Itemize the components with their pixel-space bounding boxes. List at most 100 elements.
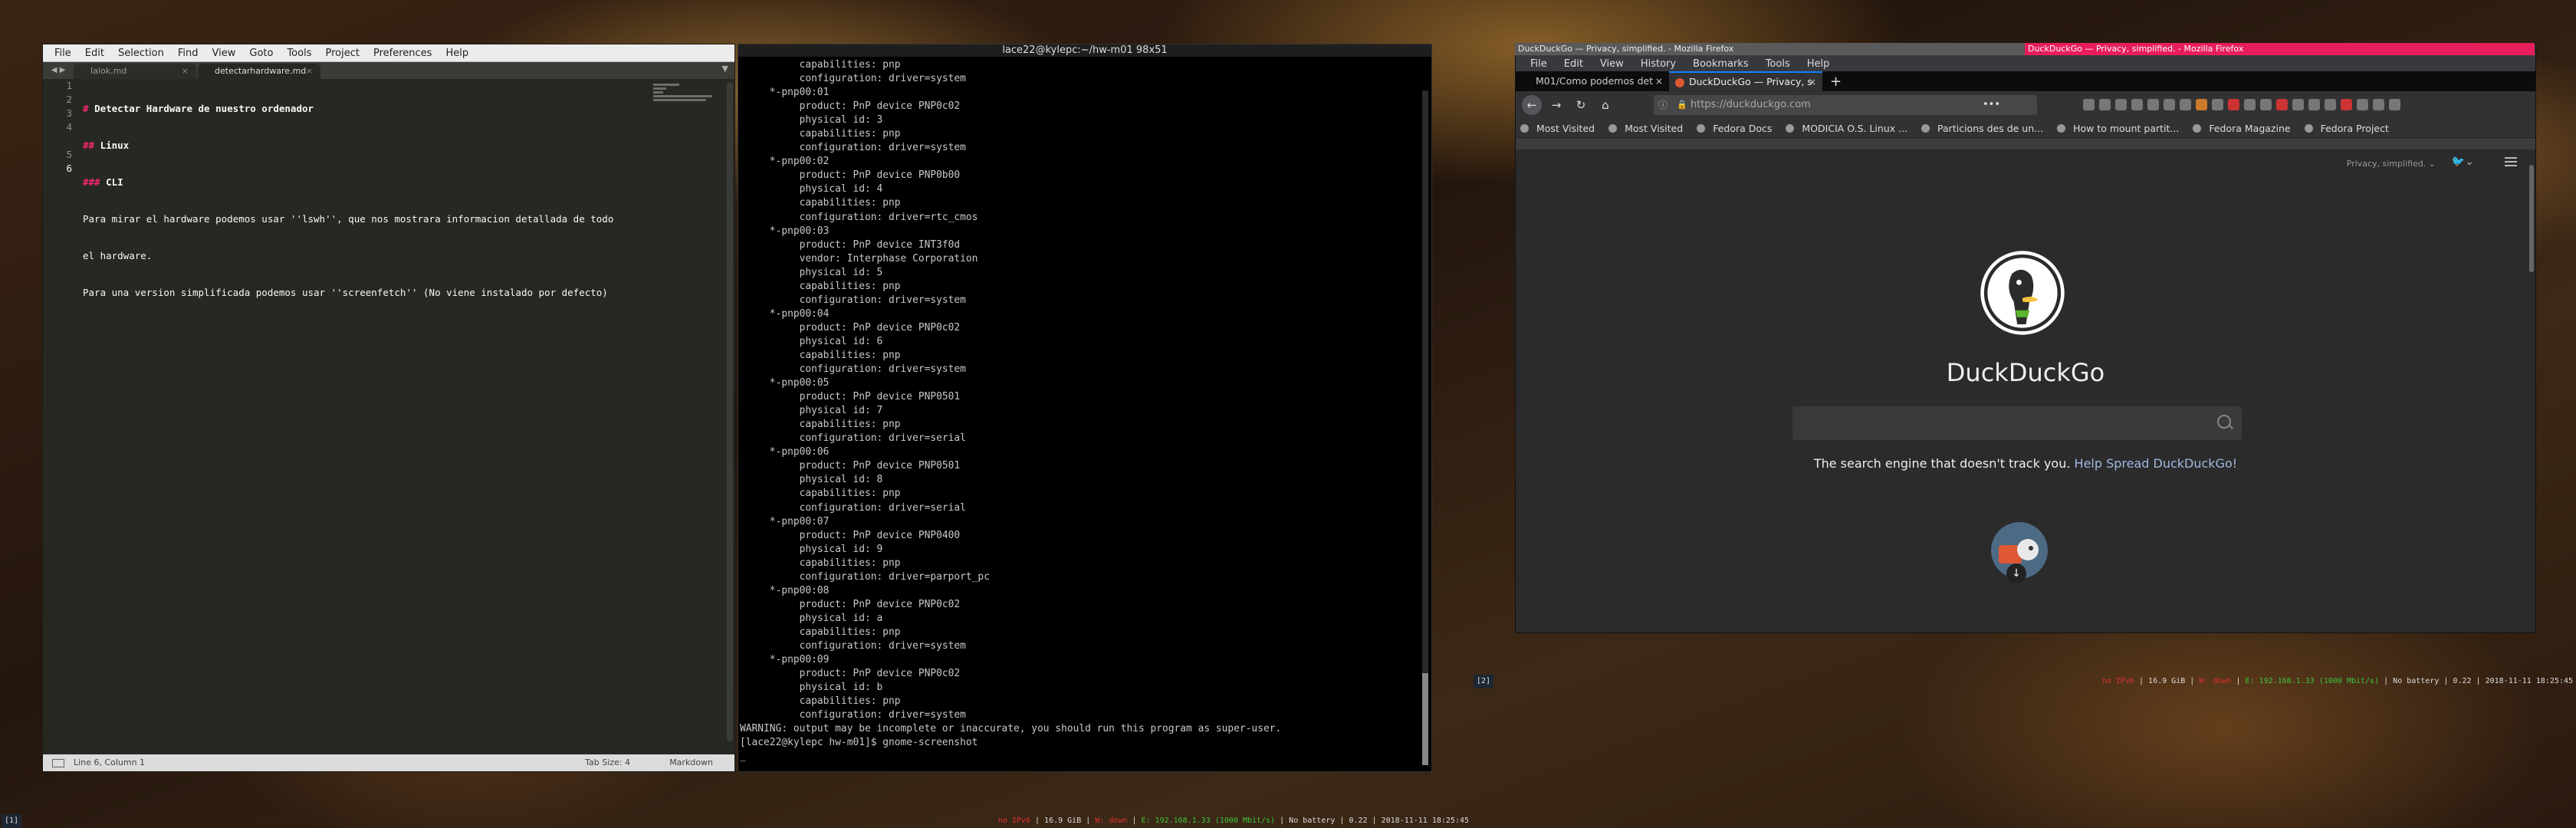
- battery-status: No battery: [1289, 816, 1336, 825]
- menu-tools[interactable]: Tools: [280, 48, 318, 59]
- ff-tab-como-podemos[interactable]: M01/Como podemos det ×: [1516, 71, 1669, 91]
- scroll-down-icon[interactable]: ↓: [2006, 564, 2026, 583]
- clock: 2018-11-11 18:25:45: [2485, 677, 2573, 685]
- extension-icon[interactable]: [2131, 99, 2143, 110]
- bookmark-item[interactable]: MODICIA O.S. Linux ...: [1781, 123, 1917, 134]
- bookmark-item[interactable]: Fedora Project: [2300, 123, 2398, 134]
- terminal-line: product: PnP device PNP0400: [740, 529, 961, 541]
- duckduckgo-favicon-icon: [1675, 78, 1684, 87]
- close-icon[interactable]: ×: [1809, 73, 1816, 91]
- info-icon[interactable]: ⓘ: [1658, 95, 1668, 115]
- terminal-output[interactable]: capabilities: pnp configuration: driver=…: [740, 58, 1419, 771]
- extension-icon[interactable]: [2212, 99, 2223, 110]
- extension-icon[interactable]: [2341, 99, 2352, 110]
- search-icon[interactable]: [2217, 415, 2231, 429]
- privacy-menu[interactable]: Privacy, simplified. ⌄: [2347, 159, 2436, 169]
- bookmark-item[interactable]: How to mount partit...: [2052, 123, 2188, 134]
- editor-tabbar: ◀ ▶ Ialok.md × detectarhardware.md × ▼: [43, 62, 734, 79]
- extension-icon[interactable]: [2228, 99, 2239, 110]
- tab-ialok[interactable]: Ialok.md ×: [74, 64, 196, 79]
- extension-icon[interactable]: [2244, 99, 2256, 110]
- folder-icon: [2304, 123, 2313, 133]
- menu-find[interactable]: Find: [171, 48, 205, 59]
- menu-help[interactable]: Help: [439, 48, 475, 59]
- menu-project[interactable]: Project: [318, 48, 366, 59]
- bookmark-item[interactable]: Most Visited: [1516, 123, 1604, 134]
- code-area[interactable]: 1 2 3 4 5 6 # Detectar Hardware de nuest…: [43, 79, 734, 748]
- close-icon[interactable]: ×: [306, 64, 313, 79]
- menu-goto[interactable]: Goto: [242, 48, 280, 59]
- terminal-line: *-pnp00:08: [740, 584, 830, 596]
- tab-detectarhardware[interactable]: detectarhardware.md ×: [198, 64, 320, 79]
- ff-menu-tools[interactable]: Tools: [1757, 58, 1799, 70]
- library-icon[interactable]: [2083, 99, 2095, 110]
- tab-size-indicator[interactable]: Tab Size: 4: [585, 754, 630, 771]
- bookmark-item[interactable]: Most Visited: [1604, 123, 1692, 134]
- tab-label: detectarhardware.md: [215, 66, 307, 76]
- twitter-icon[interactable]: 🐦⌄: [2452, 156, 2474, 168]
- tab-dropdown-icon[interactable]: ▼: [722, 64, 728, 74]
- search-input[interactable]: [1792, 406, 2242, 440]
- forward-icon[interactable]: →: [1546, 95, 1566, 115]
- editor-scrollbar[interactable]: [727, 82, 733, 741]
- extension-icon[interactable]: [2325, 99, 2336, 110]
- wifi-status: W: down: [2199, 677, 2232, 685]
- ff-menu-file[interactable]: File: [1522, 58, 1556, 70]
- menu-icon[interactable]: [2389, 99, 2400, 110]
- bookmark-item[interactable]: Particions des de un...: [1917, 123, 2052, 134]
- extension-icon[interactable]: [2196, 99, 2207, 110]
- ff-menu-edit[interactable]: Edit: [1556, 58, 1592, 70]
- page-actions-icon[interactable]: •••: [1983, 95, 2000, 115]
- menu-preferences[interactable]: Preferences: [366, 48, 439, 59]
- bookmark-item[interactable]: Fedora Magazine: [2188, 123, 2299, 134]
- terminal-scrollbar[interactable]: [1422, 90, 1428, 765]
- terminal-scroll-thumb[interactable]: [1422, 673, 1428, 765]
- reload-icon[interactable]: ↻: [1571, 95, 1591, 115]
- new-tab-icon[interactable]: +: [1822, 74, 1842, 90]
- site-icon: [2193, 123, 2202, 133]
- menu-selection[interactable]: Selection: [111, 48, 171, 59]
- workspace-indicator[interactable]: [2]: [1474, 675, 1494, 688]
- extension-icon[interactable]: [2115, 99, 2127, 110]
- url-bar[interactable]: ⓘ 🔒 https://duckduckgo.com •••: [1654, 95, 2037, 115]
- extension-icon[interactable]: [2180, 99, 2191, 110]
- ff-menu-view[interactable]: View: [1592, 58, 1632, 70]
- tab-nav-arrows-icon[interactable]: ◀ ▶: [43, 62, 74, 79]
- ff-menu-bookmarks[interactable]: Bookmarks: [1684, 58, 1757, 70]
- terminal-line: configuration: driver=parport_pc: [740, 570, 990, 583]
- line-text: CLI: [106, 176, 123, 188]
- bookmarks-toolbar: Most Visited Most Visited Fedora Docs MO…: [1516, 119, 2535, 138]
- close-icon[interactable]: ×: [1655, 71, 1663, 91]
- extension-icon[interactable]: [2164, 99, 2175, 110]
- panel-toggle-icon[interactable]: [52, 759, 64, 767]
- extension-icon[interactable]: [2147, 99, 2159, 110]
- page-scrollbar[interactable]: [2529, 165, 2534, 272]
- extension-icon[interactable]: [2260, 99, 2272, 110]
- bookmark-item[interactable]: Fedora Docs: [1692, 123, 1781, 134]
- ff-menu-help[interactable]: Help: [1799, 58, 1838, 70]
- syntax-indicator[interactable]: Markdown: [669, 754, 713, 771]
- minimap[interactable]: [653, 82, 719, 113]
- extension-icon[interactable]: [2357, 99, 2368, 110]
- extension-icon[interactable]: [2373, 99, 2384, 110]
- sidebar-icon[interactable]: [2099, 99, 2111, 110]
- menu-view[interactable]: View: [205, 48, 243, 59]
- terminal-line: configuration: driver=system: [740, 294, 966, 306]
- extension-icon[interactable]: [2292, 99, 2304, 110]
- close-icon[interactable]: ×: [182, 64, 189, 79]
- menu-edit[interactable]: Edit: [78, 48, 111, 59]
- terminal-line: capabilities: pnp: [740, 197, 901, 209]
- extension-icon[interactable]: [2308, 99, 2320, 110]
- hamburger-menu-icon[interactable]: [2505, 157, 2517, 166]
- back-icon[interactable]: ←: [1522, 95, 1542, 115]
- workspace-indicator[interactable]: [1]: [2, 814, 22, 828]
- menu-file[interactable]: File: [48, 48, 78, 59]
- terminal-window[interactable]: lace22@kylepc:~/hw-m01 98x51 capabilitie…: [738, 44, 1432, 772]
- home-icon[interactable]: ⌂: [1595, 95, 1615, 115]
- ff-tab-duckduckgo[interactable]: DuckDuckGo — Privacy, s ×: [1669, 71, 1822, 91]
- extension-icon[interactable]: [2276, 99, 2288, 110]
- url-text[interactable]: https://duckduckgo.com: [1691, 95, 1811, 115]
- ff-menu-history[interactable]: History: [1632, 58, 1684, 70]
- wifi-status: W: down: [1095, 816, 1128, 825]
- help-spread-link[interactable]: Help Spread DuckDuckGo!: [2075, 456, 2238, 471]
